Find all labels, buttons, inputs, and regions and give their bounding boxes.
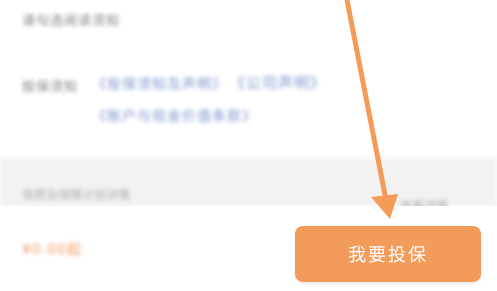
plan-details-label: 保费及保障计划详情	[22, 188, 131, 202]
price-text: ¥0.00起	[22, 242, 83, 258]
clauses-label: 投保须知	[22, 80, 79, 95]
apply-insurance-button[interactable]: 我要投保	[295, 226, 481, 282]
insurance-purchase-screen: 请勾选阅读须知 投保须知 《投保须知及声明》 《公司声明》 《账户与现金价值条款…	[0, 0, 497, 291]
reading-hint-text: 请勾选阅读须知	[22, 14, 121, 29]
clause-link-company-statement[interactable]: 《公司声明》	[230, 72, 326, 93]
clause-link-account-terms[interactable]: 《账户与现金价值条款》	[92, 106, 257, 126]
clause-link-notice[interactable]: 《投保须知及声明》	[92, 74, 227, 94]
